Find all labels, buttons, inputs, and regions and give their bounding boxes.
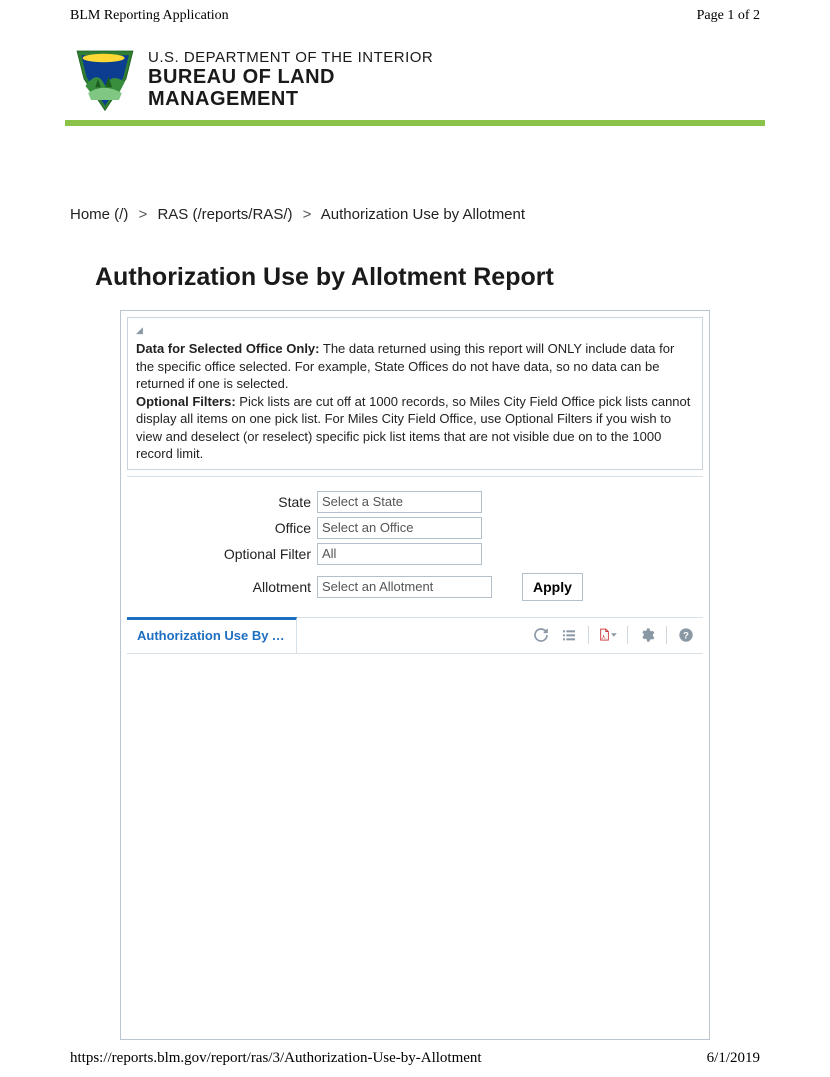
toolbar-divider xyxy=(627,626,628,644)
tab-authorization-use[interactable]: Authorization Use By Al... xyxy=(127,617,297,653)
allotment-label: Allotment xyxy=(127,579,317,595)
breadcrumb-current: Authorization Use by Allotment xyxy=(321,206,525,223)
gear-icon[interactable] xyxy=(638,626,656,644)
page-counter: Page 1 of 2 xyxy=(697,8,760,24)
state-select[interactable] xyxy=(317,491,482,513)
report-panel: ◢ Data for Selected Office Only: The dat… xyxy=(120,310,710,1040)
filter-area: State Office Optional Filter Allotment A… xyxy=(127,476,703,617)
breadcrumb: Home (/) > RAS (/reports/RAS/) > Authori… xyxy=(0,126,830,223)
bureau-label-2: MANAGEMENT xyxy=(148,88,433,110)
apply-button[interactable]: Apply xyxy=(522,573,583,601)
footer-url: https://reports.blm.gov/report/ras/3/Aut… xyxy=(70,1050,482,1067)
svg-text:?: ? xyxy=(683,631,689,641)
blm-logo xyxy=(70,44,140,114)
footer-date: 6/1/2019 xyxy=(707,1050,760,1067)
breadcrumb-ras[interactable]: RAS (/reports/RAS/) xyxy=(157,206,292,223)
collapse-toggle-icon[interactable]: ◢ xyxy=(136,324,694,336)
breadcrumb-separator: > xyxy=(303,206,312,223)
refresh-icon[interactable] xyxy=(532,626,550,644)
office-label: Office xyxy=(127,520,317,536)
toolbar-divider xyxy=(588,626,589,644)
list-icon[interactable] xyxy=(560,626,578,644)
page-title: Authorization Use by Allotment Report xyxy=(0,223,830,292)
optional-filter-label: Optional Filter xyxy=(127,546,317,562)
info-box: ◢ Data for Selected Office Only: The dat… xyxy=(127,317,703,470)
allotment-select[interactable] xyxy=(317,576,492,598)
info-label-1: Data for Selected Office Only: xyxy=(136,341,320,356)
bureau-label-1: BUREAU OF LAND xyxy=(148,66,433,88)
app-name: BLM Reporting Application xyxy=(70,8,229,24)
help-icon[interactable]: ? xyxy=(677,626,695,644)
state-label: State xyxy=(127,494,317,510)
svg-text:人: 人 xyxy=(602,635,607,640)
breadcrumb-separator: > xyxy=(139,206,148,223)
info-label-2: Optional Filters: xyxy=(136,394,236,409)
report-toolbar: 人 ? xyxy=(532,626,703,644)
report-body xyxy=(127,653,703,1033)
export-pdf-icon[interactable]: 人 xyxy=(599,626,617,644)
breadcrumb-home[interactable]: Home (/) xyxy=(70,206,128,223)
toolbar-divider xyxy=(666,626,667,644)
department-label: U.S. DEPARTMENT OF THE INTERIOR xyxy=(148,49,433,66)
office-select[interactable] xyxy=(317,517,482,539)
optional-filter-select[interactable] xyxy=(317,543,482,565)
